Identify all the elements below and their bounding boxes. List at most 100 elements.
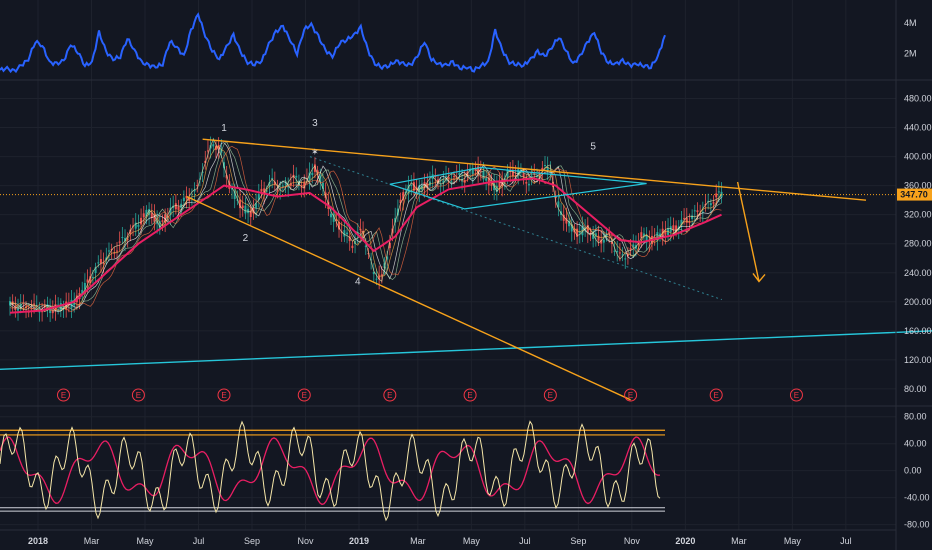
candle-body [380, 274, 383, 276]
earnings-marker-label: E [714, 391, 719, 400]
earnings-marker-label: E [302, 391, 307, 400]
candle-body [161, 220, 164, 222]
candle-body [447, 177, 450, 179]
time-tick-label: Jul [519, 536, 531, 546]
candle-body [375, 278, 378, 280]
candle-body [544, 165, 546, 167]
candle-body [182, 197, 185, 202]
candle-body [530, 175, 533, 177]
candle-body [311, 172, 314, 176]
candle-body [295, 175, 298, 178]
wave-label: 4 [355, 276, 361, 287]
price-tick-label: 400.00 [904, 152, 932, 162]
candle-body [281, 185, 284, 187]
price-tick-label: 240.00 [904, 268, 932, 278]
star-marker: ✶ [311, 147, 319, 157]
candle-body [715, 193, 718, 198]
candle-body [142, 213, 145, 218]
time-tick-label: Mar [84, 536, 100, 546]
candle-body [244, 205, 247, 214]
candle-body [450, 180, 453, 182]
candle-body [485, 178, 488, 181]
candle-body [174, 203, 177, 210]
earnings-marker-label: E [61, 391, 66, 400]
candle-body [97, 262, 100, 264]
time-tick-label: May [136, 536, 154, 546]
candle-body [260, 188, 263, 192]
wave-label: 1 [221, 123, 227, 134]
wave-label: 3 [312, 118, 318, 129]
time-tick-label: 2018 [28, 536, 48, 546]
candle-body [140, 217, 143, 225]
volume-tick-label: 2M [904, 48, 917, 58]
chart-canvas[interactable]: ✶ 1 2 3 4 5 E E E E E E E E E E 4M 2M 480.00 440.00 400.00… [0, 0, 932, 550]
time-tick-label: Sep [244, 536, 260, 546]
candle-body [17, 308, 20, 311]
earnings-marker-label: E [794, 391, 799, 400]
candle-body [99, 259, 102, 264]
candle-body [525, 182, 528, 184]
candle-body [527, 183, 530, 186]
candle-body [709, 203, 712, 206]
wave-label: 5 [590, 141, 596, 152]
candle-body [613, 250, 616, 252]
price-tick-label: 80.00 [904, 384, 927, 394]
oscillator-tick-label: 0.00 [904, 466, 922, 476]
time-tick-label: Sep [570, 536, 586, 546]
candle-body [712, 202, 715, 204]
candle-body [410, 185, 413, 187]
candle-body [33, 303, 36, 305]
candle-body [346, 232, 349, 235]
candle-body [121, 236, 124, 238]
price-tick-label: 160.00 [904, 326, 932, 336]
candle-body [717, 191, 720, 193]
oscillator-tick-label: -80.00 [904, 520, 930, 530]
time-tick-label: Mar [731, 536, 747, 546]
candle-body [284, 183, 287, 185]
candle-body [696, 210, 699, 213]
earnings-marker-label: E [136, 391, 141, 400]
price-tick-label: 120.00 [904, 355, 932, 365]
volume-tick-label: 4M [904, 18, 917, 28]
oscillator-tick-label: -40.00 [904, 493, 930, 503]
candle-body [640, 232, 643, 238]
candle-body [618, 252, 621, 254]
candle-body [602, 239, 605, 243]
price-tick-label: 200.00 [904, 297, 932, 307]
candle-body [522, 173, 525, 177]
time-tick-label: Jul [193, 536, 205, 546]
oscillator-tick-label: 40.00 [904, 439, 927, 449]
time-tick-label: May [784, 536, 802, 546]
candle-body [330, 213, 332, 218]
candle-body [241, 205, 244, 209]
candle-body [91, 276, 94, 279]
oscillator-tick-label: 80.00 [904, 412, 927, 422]
time-tick-label: May [463, 536, 481, 546]
candle-body [118, 241, 121, 243]
candle-body [137, 224, 140, 227]
candle-body [116, 250, 118, 252]
candle-body [439, 184, 442, 186]
candle-body [453, 176, 456, 178]
candle-body [445, 175, 448, 177]
time-tick-label: Mar [410, 536, 426, 546]
price-tick-label: 280.00 [904, 239, 932, 249]
time-tick-label: Nov [624, 536, 641, 546]
time-tick-label: Nov [297, 536, 314, 546]
candle-body [351, 245, 354, 249]
time-tick-label: 2020 [675, 536, 695, 546]
price-tick-label: 440.00 [904, 123, 932, 133]
earnings-marker-label: E [467, 391, 472, 400]
price-tick-label: 320.00 [904, 210, 932, 220]
candle-body [691, 215, 694, 219]
wave-label: 2 [243, 233, 249, 244]
time-tick-label: 2019 [349, 536, 369, 546]
earnings-marker-label: E [387, 391, 392, 400]
earnings-marker-label: E [548, 391, 553, 400]
candle-body [212, 144, 215, 147]
candle-body [107, 250, 110, 252]
time-tick-label: Jul [840, 536, 852, 546]
earnings-marker-label: E [221, 391, 226, 400]
candle-body [70, 299, 73, 308]
price-tick-label: 480.00 [904, 94, 932, 104]
